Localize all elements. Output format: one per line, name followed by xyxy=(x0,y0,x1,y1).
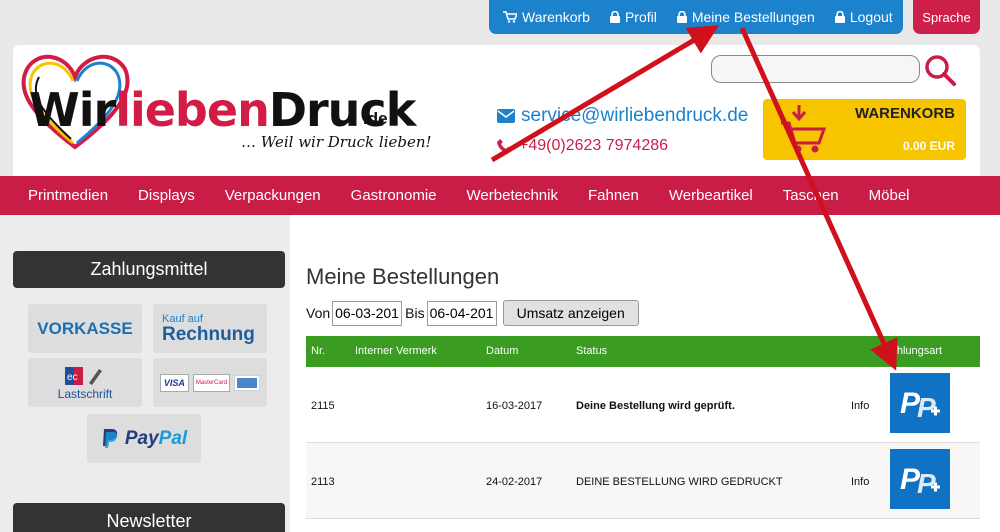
payment-rechnung: Kauf auf Rechnung xyxy=(153,304,267,353)
topbar-link-meine-bestellungen[interactable]: Meine Bestellungen xyxy=(676,9,815,25)
column-header-date: Datum xyxy=(486,345,519,357)
topbar-link-label: Warenkorb xyxy=(522,9,590,25)
to-date-input[interactable] xyxy=(426,300,497,326)
search-input[interactable] xyxy=(711,55,920,83)
account-bar: Warenkorb Profil Meine Bestellungen Logo… xyxy=(489,0,903,34)
table-row: 2113 24-02-2017 DEINE BESTELLUNG WIRD GE… xyxy=(306,443,980,519)
order-info-link[interactable]: Info xyxy=(851,476,869,488)
order-date: 16-03-2017 xyxy=(486,400,543,412)
envelope-icon xyxy=(497,109,515,123)
paypal-plus-button[interactable]: PP xyxy=(890,373,950,433)
table-row: 2115 16-03-2017 Deine Bestellung wird ge… xyxy=(306,367,980,443)
order-date: 24-02-2017 xyxy=(486,476,543,488)
payment-methods-heading: Zahlungsmittel xyxy=(13,251,285,288)
vorkasse-label: VORKASSE xyxy=(37,318,133,338)
date-filter: Von Bis Umsatz anzeigen xyxy=(306,300,639,326)
paypal-plus-button[interactable]: PP xyxy=(890,449,950,509)
rechnung-main-label: Rechnung xyxy=(162,324,255,345)
topbar-link-label: Meine Bestellungen xyxy=(691,9,815,25)
sidebar: Zahlungsmittel VORKASSE Kauf auf Rechnun… xyxy=(0,215,290,532)
topbar-link-label: Logout xyxy=(849,9,893,25)
payment-lastschrift: ec Lastschrift xyxy=(28,358,142,407)
orders-table: Nr. Interner Vermerk Datum Status Zahlun… xyxy=(306,336,980,519)
topbar-link-profil[interactable]: Profil xyxy=(609,9,657,25)
order-number: 2115 xyxy=(311,400,335,412)
contact-phone[interactable]: +49(0)2623 7974286 xyxy=(497,137,668,155)
nav-item-werbeartikel[interactable]: Werbeartikel xyxy=(669,187,753,204)
table-header: Nr. Interner Vermerk Datum Status Zahlun… xyxy=(306,336,980,367)
site-logo[interactable]: WirliebenDruck .de … Weil wir Druck lieb… xyxy=(13,45,433,176)
main-nav: Printmedien Displays Verpackungen Gastro… xyxy=(0,176,1000,215)
phone-icon xyxy=(497,139,511,153)
column-header-status: Status xyxy=(576,345,608,357)
logo-slogan: … Weil wir Druck lieben! xyxy=(241,133,432,151)
svg-text:P: P xyxy=(917,468,936,499)
language-button[interactable]: Sprache xyxy=(913,0,980,34)
logo-text-wir: Wir xyxy=(29,83,116,137)
cart-icon xyxy=(503,11,517,23)
paypal-label-pay: Pay xyxy=(124,427,159,449)
order-number: 2113 xyxy=(311,476,335,488)
column-header-note: Interner Vermerk xyxy=(355,345,437,357)
paypal-plus-icon: PP xyxy=(900,387,940,423)
amex-card-icon xyxy=(234,374,261,391)
logo-wordmark: WirliebenDruck xyxy=(29,83,416,137)
svg-text:ec: ec xyxy=(67,372,78,383)
column-header-payment: Zahlungsart xyxy=(884,345,943,357)
from-date-input[interactable] xyxy=(332,300,403,326)
shopping-cart-icon xyxy=(781,105,827,153)
column-header-nr: Nr. xyxy=(311,345,326,357)
logo-tld: .de xyxy=(363,109,388,128)
nav-item-verpackungen[interactable]: Verpackungen xyxy=(225,187,321,204)
order-status: DEINE BESTELLUNG WIRD GEDRUCKT xyxy=(576,476,783,488)
newsletter-heading: Newsletter xyxy=(13,503,285,532)
order-info-link[interactable]: Info xyxy=(851,400,869,412)
cart-title: WARENKORB xyxy=(855,105,955,122)
topbar-link-label: Profil xyxy=(624,9,657,25)
contact-email[interactable]: service@wirliebendruck.de xyxy=(497,105,748,127)
lock-icon xyxy=(834,11,845,23)
nav-item-fahnen[interactable]: Fahnen xyxy=(588,187,639,204)
paypal-label-pal: Pal xyxy=(158,427,188,449)
nav-item-displays[interactable]: Displays xyxy=(138,187,195,204)
cart-widget[interactable]: WARENKORB 0.00 EUR xyxy=(763,99,966,160)
nav-item-werbetechnik[interactable]: Werbetechnik xyxy=(467,187,558,204)
page-title: Meine Bestellungen xyxy=(306,264,500,289)
logo-text-druck: Druck xyxy=(268,83,416,137)
topbar-link-logout[interactable]: Logout xyxy=(834,9,893,25)
ec-lastschrift-icon: ec xyxy=(65,366,102,385)
nav-item-gastronomie[interactable]: Gastronomie xyxy=(351,187,437,204)
contact-phone-text: +49(0)2623 7974286 xyxy=(519,137,669,154)
payment-paypal: Pay Pal xyxy=(87,414,201,463)
contact-email-text: service@wirliebendruck.de xyxy=(521,105,749,126)
lock-icon xyxy=(676,11,687,23)
lastschrift-label: Lastschrift xyxy=(57,386,113,401)
paypal-logo-icon xyxy=(102,428,118,448)
nav-item-printmedien[interactable]: Printmedien xyxy=(28,187,108,204)
mastercard-label: MasterCard xyxy=(192,373,231,392)
visa-card-label: VISA xyxy=(159,373,189,392)
cart-total: 0.00 EUR xyxy=(902,139,955,153)
order-status: Deine Bestellung wird geprüft. xyxy=(576,400,735,412)
nav-item-taschen[interactable]: Taschen xyxy=(783,187,839,204)
site-header: WirliebenDruck .de … Weil wir Druck lieb… xyxy=(13,45,980,176)
logo-text-lieben: lieben xyxy=(115,83,270,137)
paypal-plus-icon: PP xyxy=(900,463,940,499)
from-label: Von xyxy=(306,305,331,321)
payment-vorkasse: VORKASSE xyxy=(28,304,142,353)
search-icon[interactable] xyxy=(923,53,957,87)
topbar-link-warenkorb[interactable]: Warenkorb xyxy=(503,9,590,25)
nav-item-moebel[interactable]: Möbel xyxy=(869,187,910,204)
show-revenue-button[interactable]: Umsatz anzeigen xyxy=(502,300,639,326)
svg-text:P: P xyxy=(917,392,936,423)
to-label: Bis xyxy=(405,305,425,321)
payment-credit-cards: VISA MasterCard xyxy=(153,358,267,407)
lock-icon xyxy=(609,11,620,23)
